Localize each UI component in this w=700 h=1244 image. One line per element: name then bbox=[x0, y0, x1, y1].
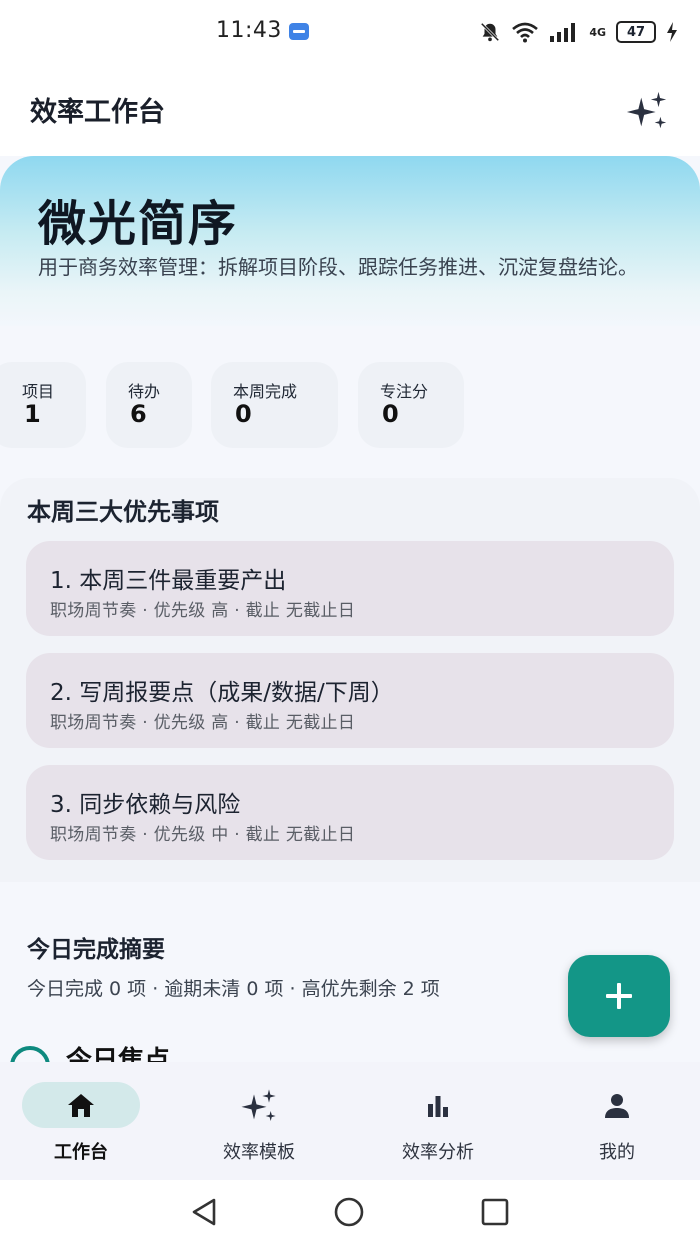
priority-title: 2. 写周报要点（成果/数据/下周） bbox=[50, 680, 394, 706]
person-icon bbox=[605, 1094, 629, 1118]
back-icon[interactable] bbox=[188, 1196, 220, 1228]
nav-label: 我的 bbox=[599, 1142, 635, 1163]
battery-icon: 47 bbox=[616, 21, 656, 43]
priority-meta: 职场周节奏 · 优先级 中 · 截止 无截止日 bbox=[50, 825, 356, 845]
status-bar: 11:43 4G 47 bbox=[0, 0, 700, 64]
recents-icon[interactable] bbox=[479, 1196, 511, 1228]
signal-icon bbox=[550, 23, 576, 42]
home-circle-icon[interactable] bbox=[333, 1196, 365, 1228]
sparkle-icon[interactable] bbox=[624, 88, 670, 134]
nav-label: 工作台 bbox=[54, 1142, 108, 1163]
nav-item-templates[interactable]: 效率模板 bbox=[179, 1082, 339, 1172]
section-title: 本周三大优先事项 bbox=[27, 498, 219, 526]
add-button[interactable] bbox=[568, 955, 670, 1037]
stat-todos[interactable]: 待办 6 bbox=[106, 362, 192, 448]
priority-item[interactable]: 1. 本周三件最重要产出 职场周节奏 · 优先级 高 · 截止 无截止日 bbox=[26, 541, 674, 636]
stat-label: 本周完成 bbox=[233, 382, 298, 401]
priority-title: 3. 同步依赖与风险 bbox=[50, 792, 241, 818]
stat-label: 项目 bbox=[22, 382, 55, 401]
nav-item-workbench[interactable]: 工作台 bbox=[0, 1082, 160, 1172]
plus-icon bbox=[606, 983, 632, 1009]
priority-item[interactable]: 3. 同步依赖与风险 职场周节奏 · 优先级 中 · 截止 无截止日 bbox=[26, 765, 674, 860]
priority-meta: 职场周节奏 · 优先级 高 · 截止 无截止日 bbox=[50, 713, 356, 733]
nav-item-analytics[interactable]: 效率分析 bbox=[358, 1082, 518, 1172]
bottom-nav: 工作台 效率模板 效率分析 我的 bbox=[0, 1062, 700, 1180]
bar-chart-icon bbox=[428, 1096, 448, 1117]
stat-focus-score[interactable]: 专注分 0 bbox=[358, 362, 464, 448]
charging-icon bbox=[667, 22, 677, 42]
stat-value: 0 bbox=[382, 400, 399, 428]
summary-title: 今日完成摘要 bbox=[27, 937, 165, 963]
stat-label: 专注分 bbox=[380, 382, 429, 401]
stat-value: 6 bbox=[130, 400, 147, 428]
status-icons: 4G 47 bbox=[479, 18, 678, 46]
stat-label: 待办 bbox=[128, 382, 161, 401]
sparkle-icon bbox=[241, 1089, 276, 1121]
app-description: 用于商务效率管理：拆解项目阶段、跟踪任务推进、沉淀复盘结论。 bbox=[38, 255, 638, 279]
battery-level: 47 bbox=[626, 24, 646, 40]
stat-value: 1 bbox=[24, 400, 41, 428]
usb-icon bbox=[289, 23, 309, 40]
app-name: 微光简序 bbox=[38, 196, 239, 252]
nav-item-profile[interactable]: 我的 bbox=[537, 1082, 697, 1172]
stat-projects[interactable]: 项目 1 bbox=[0, 362, 86, 448]
wifi-icon bbox=[512, 22, 539, 43]
home-icon bbox=[68, 1094, 94, 1117]
stat-value: 0 bbox=[235, 400, 252, 428]
stat-week-done[interactable]: 本周完成 0 bbox=[211, 362, 338, 448]
system-nav-bar bbox=[0, 1180, 700, 1244]
priority-title: 1. 本周三件最重要产出 bbox=[50, 568, 287, 594]
app-header: 效率工作台 bbox=[0, 64, 700, 156]
priority-meta: 职场周节奏 · 优先级 高 · 截止 无截止日 bbox=[50, 601, 356, 621]
network-type: 4G bbox=[589, 25, 606, 39]
nav-label: 效率模板 bbox=[223, 1142, 295, 1163]
priority-item[interactable]: 2. 写周报要点（成果/数据/下周） 职场周节奏 · 优先级 高 · 截止 无截… bbox=[26, 653, 674, 748]
page-title: 效率工作台 bbox=[30, 97, 165, 128]
summary-text: 今日完成 0 项 · 逾期未清 0 项 · 高优先剩余 2 项 bbox=[27, 978, 440, 1000]
bell-off-icon bbox=[481, 22, 500, 42]
nav-label: 效率分析 bbox=[402, 1142, 474, 1163]
hero-banner: 微光简序 用于商务效率管理：拆解项目阶段、跟踪任务推进、沉淀复盘结论。 bbox=[0, 156, 700, 326]
priorities-card: 本周三大优先事项 1. 本周三件最重要产出 职场周节奏 · 优先级 高 · 截止… bbox=[0, 478, 700, 882]
status-time: 11:43 bbox=[216, 18, 282, 43]
